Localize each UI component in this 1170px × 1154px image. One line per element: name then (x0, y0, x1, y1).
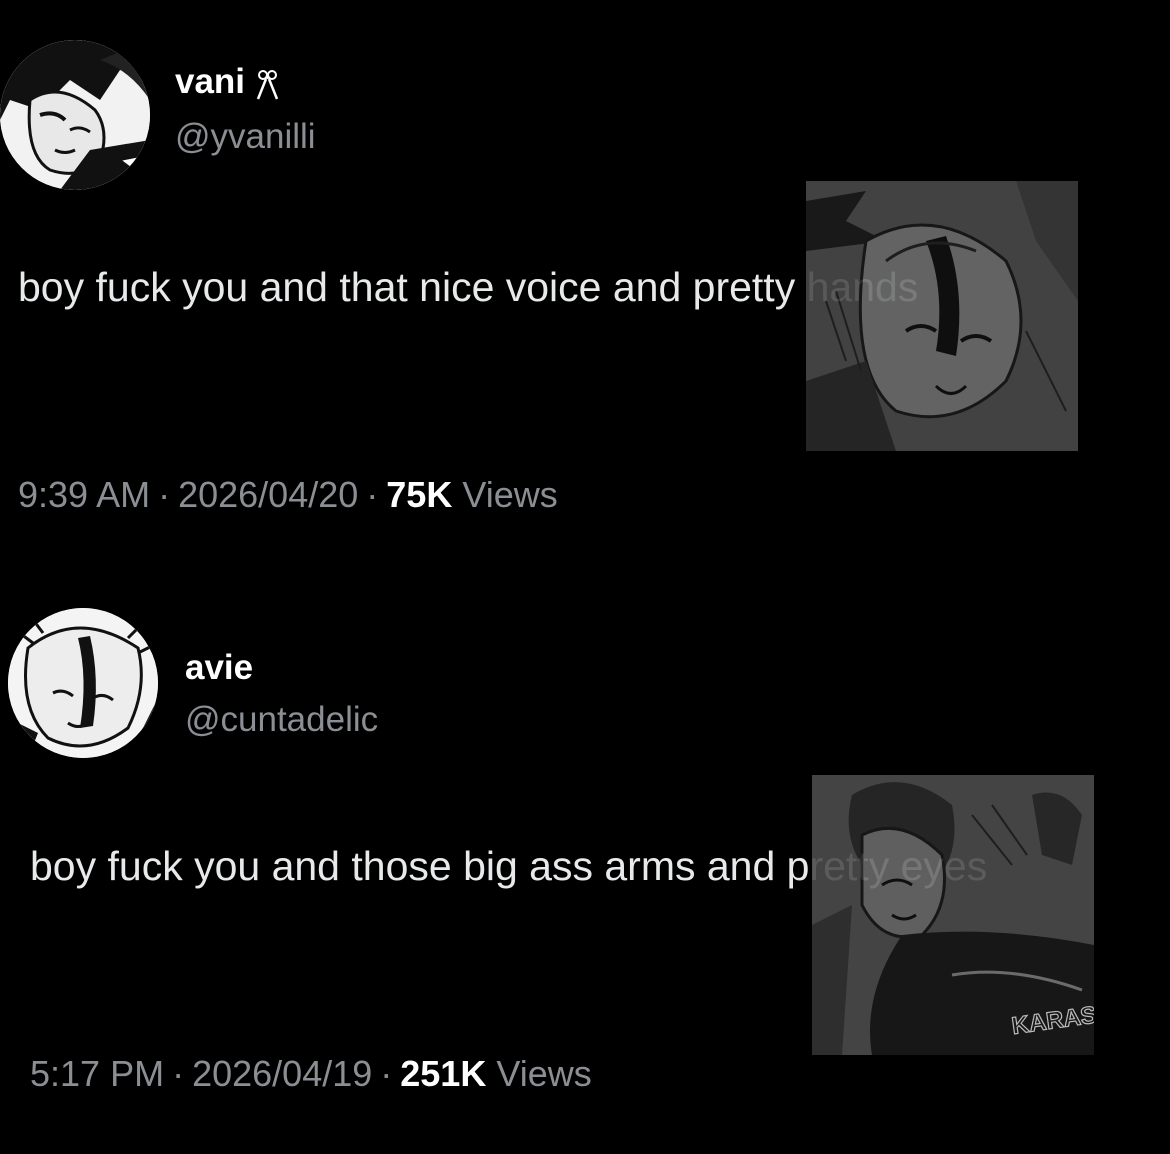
views-label: Views (462, 474, 558, 515)
tweet-time[interactable]: 5:17 PM (30, 1053, 164, 1094)
user-handle[interactable]: @yvanilli (175, 117, 316, 157)
avatar[interactable] (0, 40, 150, 190)
tweet-time[interactable]: 9:39 AM (18, 474, 150, 515)
display-name-text: avie (185, 648, 254, 687)
display-name[interactable]: avie (185, 648, 253, 688)
ribbon-emoji-icon (256, 69, 279, 100)
tweet-card-1: vani @yvanilli boy fuck you and that nic… (0, 0, 1170, 560)
display-name-text: vani (175, 62, 246, 101)
separator: · (366, 474, 379, 515)
views-label: Views (496, 1053, 592, 1094)
views-count[interactable]: 75K (386, 474, 452, 515)
views-count[interactable]: 251K (400, 1053, 486, 1094)
avatar-manga-image (0, 40, 150, 190)
manga-panel-image: KARAS (812, 775, 1094, 1055)
tweet-card-2: avie @cuntadelic boy fuck you and those … (0, 580, 1170, 1154)
avatar[interactable] (8, 608, 158, 758)
tweet-date[interactable]: 2026/04/19 (192, 1053, 372, 1094)
manga-panel-image (806, 181, 1078, 451)
separator: · (380, 1053, 393, 1094)
tweet-image[interactable] (806, 181, 1078, 451)
avatar-manga-image (8, 608, 158, 758)
separator: · (172, 1053, 185, 1094)
user-handle[interactable]: @cuntadelic (185, 700, 378, 740)
tweet-metadata: 9:39 AM · 2026/04/20 · 75K Views (18, 474, 558, 516)
tweet-metadata: 5:17 PM · 2026/04/19 · 251K Views (30, 1053, 592, 1095)
tweet-date[interactable]: 2026/04/20 (178, 474, 358, 515)
tweet-image[interactable]: KARAS (812, 775, 1094, 1055)
separator: · (158, 474, 171, 515)
display-name[interactable]: vani (175, 62, 281, 102)
